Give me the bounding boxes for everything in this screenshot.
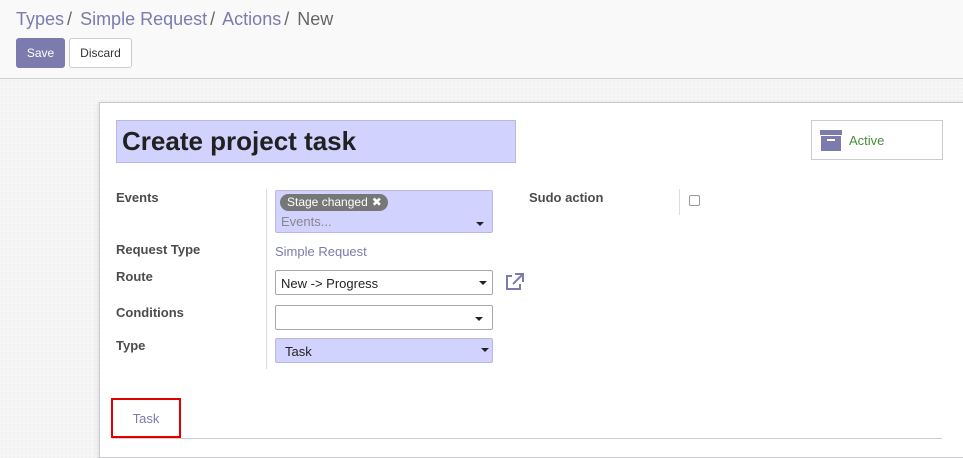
breadcrumb-item-current: New	[297, 9, 334, 29]
breadcrumb-item-actions[interactable]: Actions	[222, 9, 281, 29]
breadcrumb-item-simple-request[interactable]: Simple Request	[80, 9, 207, 29]
type-value: Task	[285, 344, 312, 359]
route-value: New -> Progress	[281, 276, 379, 291]
column-divider	[266, 189, 267, 369]
archive-box-icon	[820, 130, 842, 151]
external-link-icon[interactable]	[504, 273, 524, 291]
discard-button[interactable]: Discard	[69, 38, 132, 68]
chevron-down-icon	[481, 348, 489, 352]
request-type-link[interactable]: Simple Request	[275, 244, 367, 259]
event-tag-label: Stage changed	[287, 195, 368, 209]
close-icon[interactable]: ✖	[372, 194, 382, 211]
request-type-label: Request Type	[116, 242, 201, 257]
column-divider	[679, 189, 680, 215]
breadcrumb-separator: /	[67, 9, 73, 29]
chevron-down-icon	[475, 317, 483, 321]
breadcrumb-item-types[interactable]: Types	[16, 9, 64, 29]
active-label: Active	[849, 133, 885, 148]
event-tag: Stage changed ✖	[280, 194, 388, 211]
type-select[interactable]: Task	[275, 338, 493, 363]
form-sheet: Create project task Active Events Reques…	[99, 102, 963, 458]
name-input[interactable]: Create project task	[116, 120, 516, 163]
tab-task-label: Task	[132, 410, 160, 426]
breadcrumb: Types / Simple Request / Actions / New	[16, 9, 333, 30]
conditions-label: Conditions	[116, 305, 184, 320]
chevron-down-icon[interactable]	[476, 222, 484, 226]
conditions-select[interactable]	[275, 305, 493, 330]
sudo-action-label: Sudo action	[529, 190, 604, 205]
save-button[interactable]: Save	[16, 38, 65, 68]
events-input[interactable]: Events...	[281, 214, 332, 229]
active-toggle-button[interactable]: Active	[811, 120, 943, 160]
type-label: Type	[116, 338, 146, 353]
events-label: Events	[116, 190, 159, 205]
route-label: Route	[116, 269, 153, 284]
route-select[interactable]: New -> Progress	[275, 270, 493, 295]
events-many2many-tags[interactable]: Stage changed ✖ Events...	[275, 190, 493, 233]
breadcrumb-separator: /	[284, 9, 290, 29]
tab-task[interactable]: Task	[111, 398, 181, 438]
sudo-action-checkbox[interactable]	[689, 195, 700, 206]
control-panel: Types / Simple Request / Actions / New Save…	[0, 0, 963, 79]
breadcrumb-separator: /	[210, 9, 216, 29]
tab-divider	[112, 438, 942, 439]
chevron-down-icon	[479, 281, 487, 285]
